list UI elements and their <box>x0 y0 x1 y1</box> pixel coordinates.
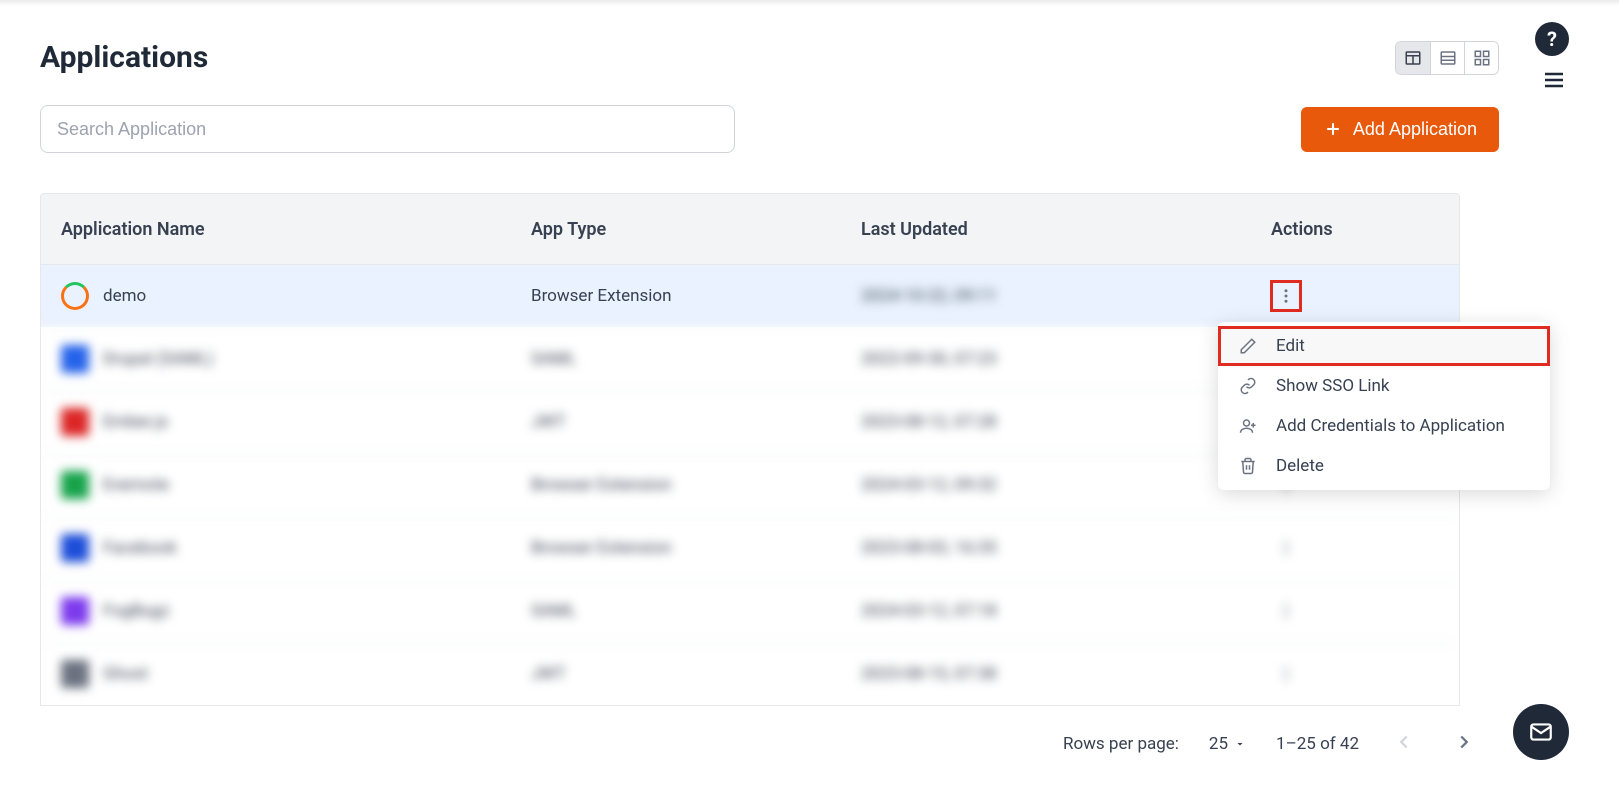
table-row[interactable]: Ghost JWT2023-08-15, 07:38 <box>41 642 1459 705</box>
column-header-updated: Last Updated <box>861 219 1271 240</box>
edit-icon <box>1238 337 1258 355</box>
actions-dropdown: Edit Show SSO Link Add Credentials to Ap… <box>1218 322 1550 490</box>
chevron-left-icon <box>1393 731 1415 753</box>
view-columns-icon <box>1404 49 1422 67</box>
app-icon <box>61 345 89 373</box>
column-header-type: App Type <box>531 219 861 240</box>
rows-per-page-value: 25 <box>1209 734 1228 754</box>
app-updated: 2023-08-15, 07:38 <box>861 664 1271 684</box>
app-name: demo <box>103 286 146 306</box>
dropdown-edit[interactable]: Edit <box>1218 326 1550 366</box>
chevron-right-icon <box>1453 731 1475 753</box>
more-vertical-icon <box>1277 602 1295 620</box>
app-type: Browser Extension <box>531 286 861 306</box>
app-updated: 2024-10-22, 09:11 <box>861 286 1271 306</box>
app-name: Evernote <box>103 475 169 495</box>
page-title: Applications <box>40 40 208 75</box>
delete-icon <box>1238 457 1258 475</box>
app-type: SAML <box>531 349 861 369</box>
table-header: Application Name App Type Last Updated A… <box>41 194 1459 264</box>
column-header-actions: Actions <box>1271 219 1459 240</box>
app-name: Facebook <box>103 538 177 558</box>
dropdown-show-sso-label: Show SSO Link <box>1276 376 1390 396</box>
table-row[interactable]: FogBugz SAML2024-03-12, 07:18 <box>41 579 1459 642</box>
app-updated: 2023-08-03, 16:35 <box>861 538 1271 558</box>
app-icon <box>61 534 89 562</box>
row-actions-button[interactable] <box>1271 533 1301 563</box>
rows-per-page-select[interactable]: 25 <box>1209 734 1246 754</box>
app-type: Browser Extension <box>531 475 861 495</box>
app-icon <box>61 597 89 625</box>
help-button[interactable]: ? <box>1535 22 1569 56</box>
app-name: Ember.js <box>103 412 168 432</box>
pagination-range: 1–25 of 42 <box>1276 734 1359 754</box>
table-row[interactable]: Facebook Browser Extension2023-08-03, 16:… <box>41 516 1459 579</box>
app-updated: 2024-03-12, 09:32 <box>861 475 1271 495</box>
app-icon <box>61 471 89 499</box>
mail-button[interactable] <box>1513 704 1569 760</box>
more-vertical-icon <box>1277 665 1295 683</box>
plus-icon <box>1323 119 1343 139</box>
dropdown-caret-icon <box>1234 738 1246 750</box>
more-vertical-icon <box>1277 539 1295 557</box>
dropdown-edit-label: Edit <box>1276 336 1305 356</box>
dropdown-delete[interactable]: Delete <box>1218 446 1550 486</box>
view-list-button[interactable] <box>1430 42 1464 74</box>
view-columns-button[interactable] <box>1396 42 1430 74</box>
view-grid-icon <box>1473 49 1491 67</box>
menu-button[interactable] <box>1539 68 1569 96</box>
app-type: JWT <box>531 412 861 432</box>
app-name: Ghost <box>103 664 148 684</box>
search-input[interactable] <box>40 105 735 153</box>
rows-per-page-label: Rows per page: <box>1063 734 1179 754</box>
app-updated: 2024-03-12, 07:18 <box>861 601 1271 621</box>
dropdown-delete-label: Delete <box>1276 456 1324 476</box>
dropdown-add-credentials[interactable]: Add Credentials to Application <box>1218 406 1550 446</box>
pagination: Rows per page: 25 1–25 of 42 <box>1063 727 1479 760</box>
app-type: JWT <box>531 664 861 684</box>
add-user-icon <box>1238 417 1258 435</box>
column-header-name: Application Name <box>41 219 531 240</box>
app-type: SAML <box>531 601 861 621</box>
app-name: FogBugz <box>103 601 169 621</box>
add-application-button[interactable]: Add Application <box>1301 107 1499 152</box>
view-list-icon <box>1439 49 1457 67</box>
row-actions-button[interactable] <box>1271 659 1301 689</box>
app-type: Browser Extension <box>531 538 861 558</box>
add-application-label: Add Application <box>1353 119 1477 140</box>
table-row[interactable]: demo Browser Extension2024-10-22, 09:11 <box>41 264 1459 327</box>
app-name: Drupal (SAML) <box>103 349 213 369</box>
next-page-button[interactable] <box>1449 727 1479 760</box>
row-actions-button[interactable] <box>1271 596 1301 626</box>
view-grid-button[interactable] <box>1464 42 1498 74</box>
prev-page-button[interactable] <box>1389 727 1419 760</box>
app-icon <box>61 282 89 310</box>
link-icon <box>1238 377 1258 395</box>
app-updated: 2023-08-12, 07:28 <box>861 412 1271 432</box>
more-vertical-icon <box>1277 287 1295 305</box>
app-updated: 2022-09-30, 07:23 <box>861 349 1271 369</box>
mail-icon <box>1528 719 1554 745</box>
app-icon <box>61 660 89 688</box>
dropdown-show-sso[interactable]: Show SSO Link <box>1218 366 1550 406</box>
hamburger-icon <box>1539 68 1569 92</box>
row-actions-button[interactable] <box>1271 281 1301 311</box>
dropdown-add-credentials-label: Add Credentials to Application <box>1276 416 1505 436</box>
view-toggle-group <box>1395 41 1499 75</box>
app-icon <box>61 408 89 436</box>
